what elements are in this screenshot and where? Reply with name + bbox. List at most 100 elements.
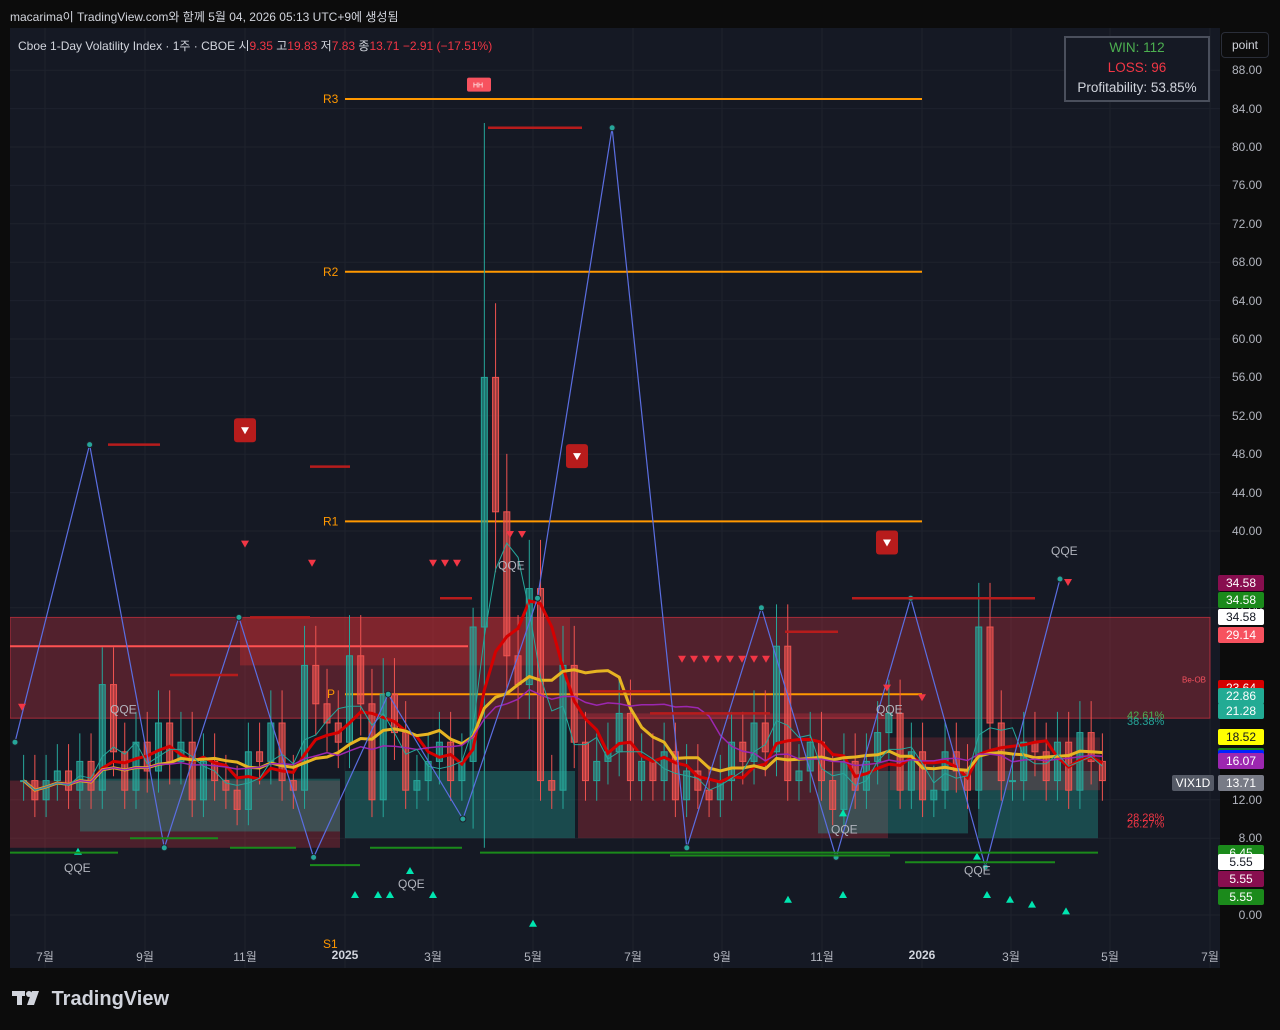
candle-body bbox=[1020, 741, 1028, 782]
candle-body bbox=[829, 780, 837, 810]
buy-triangle bbox=[784, 895, 792, 903]
win-loss-panel: WIN: 112 LOSS: 96 Profitability: 53.85% bbox=[1064, 36, 1210, 102]
price-badge: VIX1D bbox=[1172, 775, 1214, 792]
price-badge: 29.14 bbox=[1218, 627, 1264, 644]
candle-body bbox=[593, 760, 601, 782]
fib-label: 38.38% bbox=[1127, 716, 1165, 728]
time-tick: 5월 bbox=[524, 950, 542, 964]
candle-body bbox=[402, 732, 410, 791]
high-label: 고 bbox=[276, 39, 288, 53]
loss-count: LOSS: 96 bbox=[1107, 60, 1167, 75]
price-tick: 80.00 bbox=[1231, 140, 1262, 154]
price-tick: 52.00 bbox=[1231, 408, 1262, 423]
time-tick: 11월 bbox=[233, 950, 257, 964]
open-value: 9.35 bbox=[249, 39, 273, 53]
candle-body bbox=[975, 626, 983, 791]
buy-triangle bbox=[1028, 900, 1036, 908]
sell-triangle bbox=[429, 559, 437, 567]
price-tick: 64.00 bbox=[1231, 293, 1262, 308]
time-tick: 7월 bbox=[624, 950, 642, 964]
candle-body bbox=[581, 741, 589, 782]
time-tick: 2026 bbox=[908, 948, 936, 962]
price-tick: 76.00 bbox=[1231, 178, 1262, 193]
price-tick: 0.00 bbox=[1238, 908, 1262, 922]
open-label: 시 bbox=[238, 39, 250, 53]
price-badge: 22.86 bbox=[1218, 687, 1264, 704]
buy-triangle bbox=[374, 891, 382, 898]
candle-body bbox=[53, 770, 61, 782]
qqe-label: QQE bbox=[64, 861, 91, 875]
tradingview-logo-icon bbox=[12, 991, 39, 1005]
buy-triangle bbox=[529, 919, 537, 927]
candle-body bbox=[65, 770, 73, 791]
candle-body bbox=[357, 655, 365, 705]
chart-pane[interactable]: Be-OB R3 R2 R1 P S1 HH QQE QQE QQE QQE QQE QQE QQE QQE… bbox=[10, 28, 1220, 968]
change-value: −2.91 (−17.51%) bbox=[402, 39, 493, 53]
sell-triangle bbox=[241, 540, 249, 548]
price-axis[interactable]: 88.00 84.00 80.00 76.00 72.00 68.00 64.00 60.00… bbox=[1220, 58, 1280, 968]
candle-body bbox=[840, 760, 848, 810]
price-tick: 40.00 bbox=[1231, 524, 1262, 538]
price-badge: 5.55 bbox=[1218, 871, 1264, 888]
candle-body bbox=[773, 645, 781, 753]
candle-body bbox=[345, 655, 353, 743]
pivot-label: P bbox=[327, 687, 335, 701]
candle-body bbox=[761, 722, 769, 753]
zigzag-pivot bbox=[235, 613, 243, 621]
tradingview-logo[interactable]: TradingView bbox=[12, 988, 169, 1011]
buy-triangle bbox=[839, 891, 847, 898]
pivot-label: R2 bbox=[323, 265, 339, 279]
qqe-label: QQE bbox=[1051, 544, 1078, 558]
time-tick: 2025 bbox=[331, 948, 359, 962]
buy-triangle bbox=[1062, 907, 1070, 915]
price-tick: 44.00 bbox=[1231, 485, 1262, 500]
snapshot-caption: macarima이 TradingView.com와 함께 5월 04, 202… bbox=[10, 10, 399, 24]
price-badge: 18.52 bbox=[1218, 729, 1264, 746]
symbol-legend: Cboe 1-Day Volatility Index · 1주 · CBOE … bbox=[18, 37, 492, 54]
candle-body bbox=[98, 684, 106, 791]
hh-label: HH bbox=[473, 83, 483, 90]
fib-label: 26.27% bbox=[1127, 819, 1165, 831]
price-chart[interactable]: Be-OBR3R2R1PS1HHQQEQQEQQEQQEQQEQQEQQEQQE… bbox=[10, 28, 1220, 968]
price-badge: 21.28 bbox=[1218, 702, 1264, 719]
candle-body bbox=[638, 760, 646, 782]
win-count: WIN: 112 bbox=[1109, 40, 1165, 55]
scale-mode-button[interactable]: point bbox=[1221, 32, 1269, 58]
candle-body bbox=[312, 664, 320, 705]
candle-body bbox=[1008, 780, 1016, 783]
zigzag-pivot bbox=[757, 604, 765, 612]
candle-body bbox=[480, 376, 488, 628]
candle-body bbox=[919, 751, 927, 801]
buy-triangle bbox=[983, 891, 991, 898]
candle-body bbox=[188, 741, 196, 801]
candle-body bbox=[87, 760, 95, 791]
sell-triangle bbox=[441, 559, 449, 567]
close-value: 13.71 bbox=[369, 39, 400, 53]
low-label: 저 bbox=[320, 39, 332, 53]
buy-triangle bbox=[386, 891, 394, 898]
price-tick: 56.00 bbox=[1231, 370, 1262, 385]
candle-body bbox=[492, 376, 500, 513]
candle-body bbox=[301, 664, 309, 791]
sell-triangle bbox=[1064, 579, 1072, 586]
price-tick: 72.00 bbox=[1231, 216, 1262, 231]
buy-triangle bbox=[74, 847, 82, 855]
pivot-label: R3 bbox=[323, 92, 339, 106]
candle-body bbox=[896, 712, 904, 791]
qqe-label: QQE bbox=[964, 864, 991, 878]
sell-triangle bbox=[308, 559, 316, 567]
time-tick: 9월 bbox=[713, 950, 731, 964]
candle-body bbox=[110, 684, 118, 753]
zigzag-pivot bbox=[1056, 575, 1064, 583]
price-badge: 34.58 bbox=[1218, 609, 1264, 626]
time-tick: 7월 bbox=[1201, 950, 1219, 964]
qqe-label: QQE bbox=[876, 702, 903, 716]
qqe-label: QQE bbox=[831, 822, 858, 836]
buy-triangle bbox=[406, 867, 414, 874]
symbol-name: Cboe 1-Day Volatility Index · 1주 · CBOE bbox=[18, 39, 236, 53]
time-tick: 9월 bbox=[136, 950, 154, 964]
top-bar: macarima이 TradingView.com와 함께 5월 04, 202… bbox=[0, 0, 1280, 28]
candle-body bbox=[705, 789, 713, 801]
candle-body bbox=[559, 664, 567, 791]
candle-body bbox=[413, 780, 421, 791]
